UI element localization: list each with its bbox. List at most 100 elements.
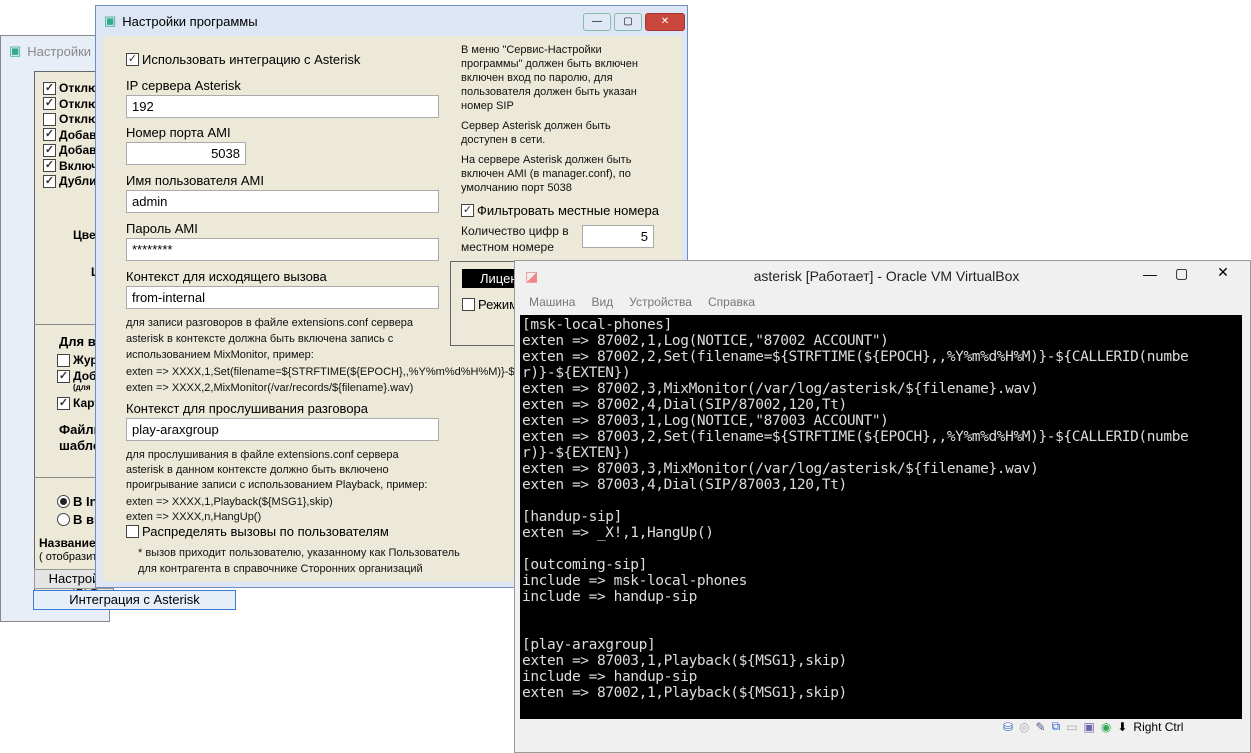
port-label: Номер порта AMI xyxy=(126,125,231,140)
optical-drive-icon[interactable]: ◎ xyxy=(1019,720,1029,734)
user-input[interactable]: admin xyxy=(126,190,439,213)
dialog-title: Настройки программы xyxy=(122,13,258,29)
info-text: В меню "Сервис-Настройки программы" долже… xyxy=(461,44,638,194)
back-settings-window: ▣ Настройки ✓ Отклю ✓ Отклю Отклю ✓ Добав ✓ Добав… xyxy=(0,35,114,622)
checkbox-label: Использовать интеграцию с Asterisk xyxy=(142,52,361,67)
name-note: ( отобразит xyxy=(39,551,98,563)
console-line: exten => 87003,1,Playback(${MSG1},skip) xyxy=(522,653,847,669)
checkbox-label: Фильтровать местные номера xyxy=(477,203,659,218)
checkbox-label: Дубли xyxy=(59,174,97,188)
mode-checkbox[interactable]: Режим xyxy=(462,297,518,312)
maximize-button[interactable]: ▢ xyxy=(614,13,642,31)
checkbox-label: Жур xyxy=(73,353,98,367)
ip-label: IP сервера Asterisk xyxy=(126,78,241,93)
tab-asterisk-integration[interactable]: Интеграция с Asterisk xyxy=(33,590,236,610)
usb-icon[interactable]: ✎ xyxy=(1036,720,1046,734)
digits-input[interactable]: 5 xyxy=(582,225,654,248)
distribute-calls-checkbox[interactable]: Распределять вызовы по пользователям xyxy=(126,524,389,539)
playback-note: для прослушивания в файле extensions.con… xyxy=(126,449,428,523)
menu-help[interactable]: Справка xyxy=(708,295,755,309)
name-label: Название xyxy=(39,536,96,550)
color-label: Цве xyxy=(73,228,96,242)
vbox-titlebar: ◪ asterisk [Работает] - Oracle VM Virtua… xyxy=(515,261,1250,291)
mouse-integration-icon[interactable]: ◉ xyxy=(1101,720,1111,734)
checkbox-label: Отклю xyxy=(59,81,99,95)
checkbox-label: Доб xyxy=(73,369,97,383)
console-line: exten => 87003,2,Set(filename=${STRFTIME… xyxy=(522,429,1189,445)
console-line: exten => 87002,3,MixMonitor(/var/log/ast… xyxy=(522,381,1039,397)
host-key-label: Right Ctrl xyxy=(1133,719,1184,734)
network-icon[interactable]: ⧉ xyxy=(1052,719,1061,734)
hard-disk-icon[interactable]: ⛁ xyxy=(1003,720,1013,734)
console-line: exten => 87002,2,Set(filename=${STRFTIME… xyxy=(522,349,1189,365)
console-line: exten => 87003,4,Dial(SIP/87003,120,Tt) xyxy=(522,477,847,493)
checkbox-label: Распределять вызовы по пользователям xyxy=(142,524,389,539)
console-line: r)}-${EXTEN}) xyxy=(522,365,631,381)
console-line: exten => 87002,1,Log(NOTICE,"87002 ACCOU… xyxy=(522,333,889,349)
vbox-statusbar: ⛁ ◎ ✎ ⧉ ▭ ▣ ◉ ⬇ Right Ctrl xyxy=(1003,719,1183,734)
back-checkbox[interactable]: ✓ Включ xyxy=(43,159,98,173)
maximize-button[interactable]: ▢ xyxy=(1175,265,1188,282)
console-line: [msk-local-phones] xyxy=(522,317,672,333)
close-button[interactable]: ✕ xyxy=(645,13,685,31)
console-line: r)}-${EXTEN}) xyxy=(522,445,631,461)
checkbox-label: Включ xyxy=(59,158,99,173)
outgoing-context-label: Контекст для исходящего вызова xyxy=(126,269,327,284)
back-checkbox[interactable]: Отклю xyxy=(43,112,98,126)
checkbox-label: Отклю xyxy=(59,96,99,111)
outgoing-context-input[interactable]: from-internal xyxy=(126,286,439,309)
close-button[interactable]: ✕ xyxy=(1198,261,1248,283)
video-capture-icon[interactable]: ▣ xyxy=(1084,720,1095,734)
vbox-menubar: Машина Вид Устройства Справка xyxy=(529,295,755,309)
console-line: include => msk-local-phones xyxy=(522,573,747,589)
console-line: exten => 87002,1,Playback(${MSG1},skip) xyxy=(522,685,847,701)
port-input[interactable]: 5038 xyxy=(126,142,246,165)
console-line: [play-araxgroup] xyxy=(522,637,656,653)
menu-devices[interactable]: Устройства xyxy=(629,295,692,309)
app-icon: ▣ xyxy=(104,13,117,28)
console-line: exten => 87003,3,MixMonitor(/var/log/ast… xyxy=(522,461,1039,477)
checkbox-label: Добав xyxy=(59,127,97,142)
filter-local-checkbox[interactable]: ✓ Фильтровать местные номера xyxy=(461,203,659,218)
back-checkbox[interactable]: ✓ Карт xyxy=(57,396,100,410)
back-checkbox[interactable]: ✓ Добав xyxy=(43,128,97,142)
console-line: [outcoming-sip] xyxy=(522,557,647,573)
password-label: Пароль AMI xyxy=(126,221,198,236)
use-asterisk-checkbox[interactable]: ✓ Использовать интеграцию с Asterisk xyxy=(126,52,360,67)
back-checkbox[interactable]: ✓ Дубли xyxy=(43,174,96,188)
minimize-button[interactable]: — xyxy=(583,13,611,31)
console-line: include => handup-sip xyxy=(522,589,697,605)
back-checkbox[interactable]: ✓ Доб xyxy=(57,369,96,383)
console-line: exten => _X!,1,HangUp() xyxy=(522,525,714,541)
user-label: Имя пользователя AMI xyxy=(126,173,264,188)
back-checkbox[interactable]: ✓ Добав xyxy=(43,143,97,157)
minimize-button[interactable]: — xyxy=(1143,266,1157,282)
digits-label: Количество цифр в местном номере xyxy=(461,224,569,254)
shared-folder-icon[interactable]: ▭ xyxy=(1066,720,1077,734)
back-checkbox[interactable]: ✓ Отклю xyxy=(43,81,98,95)
keyboard-capture-icon[interactable]: ⬇ xyxy=(1117,720,1127,734)
back-checkbox[interactable]: Жур xyxy=(57,353,98,367)
checkbox-label: Режим xyxy=(478,297,519,312)
virtualbox-icon: ◪ xyxy=(525,267,539,284)
listen-context-label: Контекст для прослушивания разговора xyxy=(126,401,369,416)
checkbox-label: Отклю xyxy=(59,112,99,126)
menu-view[interactable]: Вид xyxy=(591,295,613,309)
console-line: [handup-sip] xyxy=(522,509,622,525)
back-window-title: Настройки xyxy=(27,43,92,59)
virtualbox-window: ◪ asterisk [Работает] - Oracle VM Virtua… xyxy=(514,260,1251,753)
back-checkbox[interactable]: ✓ Отклю xyxy=(43,97,98,111)
back-window-titlebar: ▣ Настройки xyxy=(1,36,109,66)
password-input[interactable]: ******** xyxy=(126,238,439,261)
vm-console[interactable]: [msk-local-phones] exten => 87002,1,Log(N… xyxy=(520,315,1242,719)
menu-machine[interactable]: Машина xyxy=(529,295,575,309)
note-label: (для xyxy=(73,383,91,392)
app-icon: ▣ xyxy=(9,43,22,58)
radio-inbox[interactable]: В In xyxy=(57,494,98,509)
ip-input[interactable]: 192 xyxy=(126,95,439,118)
listen-context-input[interactable]: play-araxgroup xyxy=(126,418,439,441)
